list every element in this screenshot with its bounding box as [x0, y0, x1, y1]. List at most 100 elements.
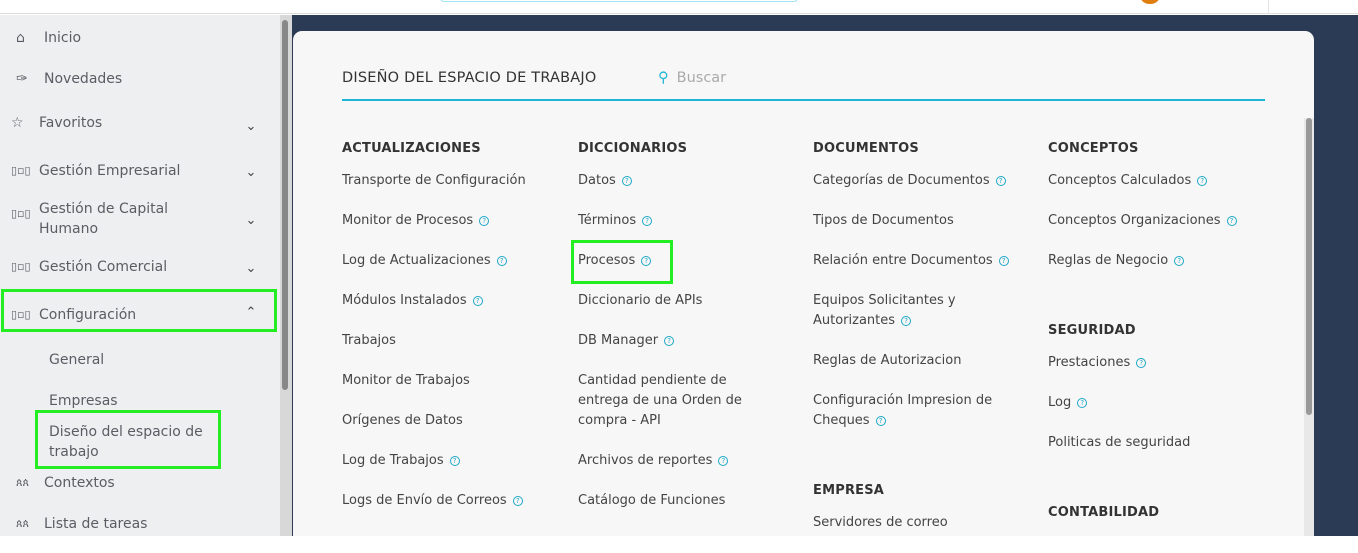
sidebar-item-favoritos[interactable]: Favoritos — [39, 113, 102, 133]
menu-link[interactable]: Conceptos Calculados? — [1048, 171, 1268, 211]
section-header: CONTABILIDAD — [1048, 505, 1160, 520]
menu-link-label: Prestaciones — [1048, 355, 1131, 370]
menu-link[interactable]: Orígenes de Datos — [342, 411, 557, 451]
help-icon[interactable]: ? — [479, 216, 490, 226]
help-icon[interactable]: ? — [496, 256, 507, 266]
menu-link-label: Politicas de seguridad — [1048, 435, 1191, 450]
section-header: DOCUMENTOS — [813, 141, 919, 156]
panel-search[interactable]: ⚲ Buscar — [658, 70, 726, 86]
help-icon[interactable]: ? — [449, 456, 460, 466]
help-icon[interactable]: ? — [621, 176, 632, 186]
menu-link[interactable]: Servidores de correo — [813, 513, 1013, 553]
menu-link[interactable]: Conceptos Organizaciones? — [1048, 211, 1268, 251]
chart-icon: ▯▫▯ — [11, 260, 31, 273]
menu-link[interactable]: Logs de Envío de Correos? — [342, 491, 557, 531]
menu-link[interactable]: Categorías de Documentos? — [813, 171, 1013, 211]
chevron-down-icon[interactable]: ⌄ — [243, 163, 259, 183]
chevron-down-icon[interactable]: ⌄ — [243, 117, 259, 137]
menu-column: ACTUALIZACIONES Transporte de Configuraci… — [342, 141, 557, 531]
section-header: ACTUALIZACIONES — [342, 141, 481, 156]
menu-link[interactable]: Politicas de seguridad — [1048, 433, 1268, 473]
menu-link[interactable]: Monitor de Procesos? — [342, 211, 557, 251]
sidebar-item-novedades[interactable]: Novedades — [44, 69, 122, 89]
menu-link-label: Equipos Solicitantes y Autorizantes — [813, 293, 956, 328]
menu-column: DICCIONARIOS Datos? Términos? Procesos? Dicc… — [578, 141, 758, 531]
menu-link[interactable]: Archivos de reportes? — [578, 451, 758, 491]
menu-link-label: Conceptos Calculados — [1048, 173, 1192, 188]
menu-link[interactable]: Prestaciones? — [1048, 353, 1268, 393]
menu-link-label: DB Manager — [578, 333, 659, 348]
menu-link[interactable]: Módulos Instalados? — [342, 291, 557, 331]
chevron-down-icon[interactable]: ⌄ — [243, 211, 259, 231]
search-placeholder: Buscar — [676, 70, 727, 86]
menu-link[interactable]: Reglas de Negocio? — [1048, 251, 1268, 291]
menu-link-label: Conceptos Organizaciones — [1048, 213, 1221, 228]
menu-link[interactable]: Equipos Solicitantes y Autorizantes? — [813, 291, 1013, 351]
menu-link[interactable]: Tipos de Documentos — [813, 211, 1013, 251]
sidebar-item-capital-humano[interactable]: Gestión de Capital Humano — [39, 199, 199, 239]
sidebar-scrollbar-thumb[interactable] — [282, 20, 288, 390]
highlight-box — [571, 240, 673, 284]
highlight-box — [35, 410, 221, 469]
help-icon[interactable]: ? — [512, 496, 523, 506]
menu-link[interactable]: Relación entre Documentos? — [813, 251, 1013, 291]
menu-link[interactable]: Cantidad pendiente de entrega de una Ord… — [578, 371, 758, 451]
menu-link[interactable]: Reglas de Autorizacion — [813, 351, 1013, 391]
chart-icon: ▯▫▯ — [11, 207, 31, 220]
help-icon[interactable]: ? — [901, 316, 912, 326]
section-header: EMPRESA — [813, 483, 885, 498]
help-icon[interactable]: ? — [472, 296, 483, 306]
menu-link[interactable]: Catálogo de Funciones — [578, 491, 758, 531]
menu-link-label: Configuración Impresion de Cheques — [813, 393, 993, 428]
menu-link[interactable]: Diccionario de APIs — [578, 291, 758, 331]
menu-link[interactable]: Transporte de Configuración — [342, 171, 557, 211]
panel-scrollbar-thumb[interactable] — [1306, 118, 1312, 415]
people-icon: ጰጰ — [16, 517, 30, 530]
sidebar-subitem-general[interactable]: General — [49, 350, 104, 370]
sidebar-item-contextos[interactable]: Contextos — [44, 473, 115, 493]
search-underline — [342, 99, 1265, 101]
top-bar — [0, 0, 1358, 14]
menu-link[interactable]: Log? — [1048, 393, 1268, 433]
menu-link-label: Datos — [578, 173, 616, 188]
menu-link[interactable]: Trabajos — [342, 331, 557, 371]
global-search-input[interactable] — [440, 0, 798, 2]
menu-link-label: Transporte de Configuración — [342, 173, 526, 188]
help-icon[interactable]: ? — [1197, 176, 1208, 186]
people-icon: ጰጰ — [16, 476, 30, 489]
chevron-down-icon[interactable]: ⌄ — [243, 259, 259, 279]
help-icon[interactable]: ? — [995, 176, 1006, 186]
help-icon[interactable]: ? — [1136, 358, 1147, 368]
sidebar-item-inicio[interactable]: Inicio — [44, 28, 81, 48]
help-icon[interactable]: ? — [718, 456, 729, 466]
home-icon: ⌂ — [16, 30, 25, 46]
menu-link-label: Reglas de Negocio — [1048, 253, 1169, 268]
help-icon[interactable]: ? — [1226, 216, 1237, 226]
menu-link[interactable]: Log de Trabajos? — [342, 451, 557, 491]
menu-link-label: Catálogo de Funciones — [578, 493, 726, 508]
menu-link[interactable]: DB Manager? — [578, 331, 758, 371]
menu-link[interactable]: Configuración Impresion de Cheques? — [813, 391, 1013, 451]
sidebar-item-gestion-empresarial[interactable]: Gestión Empresarial — [39, 161, 180, 181]
menu-column: DOCUMENTOS Categorías de Documentos? Tipos… — [813, 141, 1013, 553]
sidebar-subitem-empresas[interactable]: Empresas — [49, 391, 118, 411]
section-header: CONCEPTOS — [1048, 141, 1139, 156]
sidebar-item-gestion-comercial[interactable]: Gestión Comercial — [39, 257, 167, 277]
search-icon: ⚲ — [658, 70, 669, 86]
menu-link[interactable]: Monitor de Trabajos — [342, 371, 557, 411]
help-icon[interactable]: ? — [875, 416, 886, 426]
help-icon[interactable]: ? — [1174, 256, 1185, 266]
sidebar-item-lista-tareas[interactable]: Lista de tareas — [44, 514, 147, 534]
help-icon[interactable]: ? — [998, 256, 1009, 266]
user-avatar[interactable] — [1141, 0, 1159, 4]
menu-link-label: Log de Actualizaciones — [342, 253, 491, 268]
menu-link[interactable]: Datos? — [578, 171, 758, 211]
help-icon[interactable]: ? — [1077, 398, 1088, 408]
menu-link-label: Términos — [578, 213, 637, 228]
help-icon[interactable]: ? — [664, 336, 675, 346]
menu-link-label: Servidores de correo — [813, 515, 948, 530]
help-icon[interactable]: ? — [642, 216, 653, 226]
menu-link-label: Relación entre Documentos — [813, 253, 993, 268]
menu-link-label: Orígenes de Datos — [342, 413, 463, 428]
menu-link[interactable]: Log de Actualizaciones? — [342, 251, 557, 291]
